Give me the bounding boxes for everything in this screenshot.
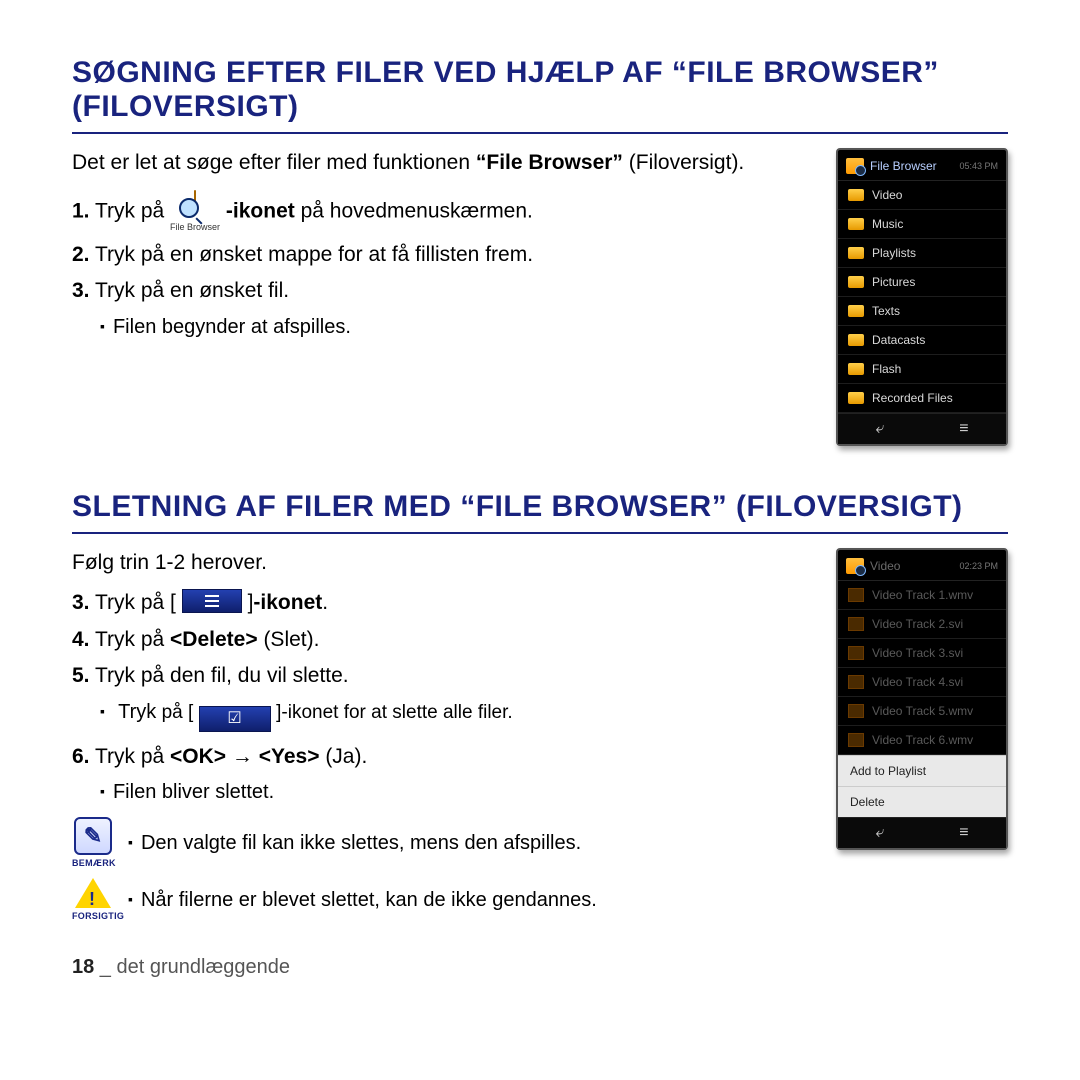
s2-step3-e: . bbox=[322, 591, 328, 614]
device1-folder: Music bbox=[872, 217, 903, 231]
s2-step6-b: Tryk på bbox=[90, 745, 171, 768]
s2-step6-d: → bbox=[226, 745, 259, 768]
footer-section: det grundlæggende bbox=[117, 956, 290, 978]
device1-folder: Recorded Files bbox=[872, 391, 953, 405]
step2-num: 2. bbox=[72, 243, 90, 266]
select-all-icon: ☑ bbox=[199, 706, 271, 732]
s2-sub5-b: på [ bbox=[156, 702, 198, 723]
s2-step3-num: 3. bbox=[72, 591, 90, 614]
section2-rule bbox=[72, 532, 1008, 534]
folder-icon bbox=[848, 363, 864, 375]
s2-step3-a: Tryk på [ bbox=[90, 591, 182, 614]
section1-title: SØGNING EFTER FILER VED HJÆLP AF “FILE B… bbox=[72, 56, 1008, 124]
s2-step6-f: (Ja). bbox=[319, 745, 367, 768]
device2-file: Video Track 4.svi bbox=[872, 675, 963, 689]
film-icon bbox=[848, 617, 864, 631]
section2-title: SLETNING AF FILER MED “FILE BROWSER” (FI… bbox=[72, 490, 1008, 524]
caution-text: Når filerne er blevet slettet, kan de ik… bbox=[128, 886, 597, 915]
section2-body: Følg trin 1-2 herover. 3. Tryk på [ ]-ik… bbox=[72, 548, 808, 982]
section1-body: Det er let at søge efter filer med funkt… bbox=[72, 148, 808, 352]
s2-step6-c: <OK> bbox=[170, 745, 226, 768]
device1-folder: Texts bbox=[872, 304, 900, 318]
film-icon bbox=[848, 588, 864, 602]
step1-a: Tryk på bbox=[90, 200, 171, 223]
s2-sub6: Filen bliver slettet. bbox=[100, 778, 808, 807]
device1-time: 05:43 PM bbox=[959, 161, 998, 171]
device1-folder: Pictures bbox=[872, 275, 915, 289]
s2-step5-num: 5. bbox=[72, 664, 90, 687]
folder-icon bbox=[848, 392, 864, 404]
device1-title: File Browser bbox=[870, 159, 937, 173]
footer-sep: _ bbox=[94, 956, 116, 978]
device1-folder: Flash bbox=[872, 362, 901, 376]
back-icon: ⤶ bbox=[875, 824, 884, 842]
device-screenshot-2: Video 02:23 PM Video Track 1.wmv Video T… bbox=[836, 548, 1008, 850]
step3-text: Tryk på en ønsket fil. bbox=[90, 279, 290, 302]
device2-popup-menu: Add to Playlist Delete bbox=[838, 755, 1006, 817]
device2-menu-item: Delete bbox=[838, 786, 1006, 817]
page-number: 18 bbox=[72, 956, 94, 978]
section1-rule bbox=[72, 132, 1008, 134]
menu-icon: ≡ bbox=[959, 420, 968, 438]
device2-file: Video Track 6.wmv bbox=[872, 733, 973, 747]
film-icon bbox=[848, 646, 864, 660]
file-browser-icon: File Browser bbox=[170, 188, 220, 233]
intro-text: Det er let at søge efter filer med funkt… bbox=[72, 151, 476, 174]
step1-d: på hovedmenuskærmen. bbox=[295, 200, 533, 223]
device2-app-icon bbox=[846, 558, 864, 574]
folder-icon bbox=[848, 247, 864, 259]
device2-menu-item: Add to Playlist bbox=[838, 755, 1006, 786]
device2-title: Video bbox=[870, 559, 900, 573]
menu-icon: ≡ bbox=[959, 824, 968, 842]
s2-step5-b: Tryk på den fil, du vil slette. bbox=[90, 664, 349, 687]
device2-time: 02:23 PM bbox=[959, 561, 998, 571]
step1-c: -ikonet bbox=[226, 200, 295, 223]
film-icon bbox=[848, 675, 864, 689]
page-footer: 18 _ det grundlæggende bbox=[72, 953, 808, 982]
device2-file: Video Track 1.wmv bbox=[872, 588, 973, 602]
device2-file: Video Track 2.svi bbox=[872, 617, 963, 631]
folder-icon bbox=[848, 305, 864, 317]
s2-step4-d: (Slet). bbox=[258, 628, 320, 651]
device-screenshot-1: File Browser 05:43 PM Video Music Playli… bbox=[836, 148, 1008, 446]
device1-folder: Datacasts bbox=[872, 333, 925, 347]
s2-step6-num: 6. bbox=[72, 745, 90, 768]
step2-text: Tryk på en ønsket mappe for at få fillis… bbox=[90, 243, 534, 266]
s2-step4-num: 4. bbox=[72, 628, 90, 651]
device1-app-icon bbox=[846, 158, 864, 174]
s2-step6-e: <Yes> bbox=[259, 745, 320, 768]
s2-step3-d: -ikonet bbox=[253, 591, 322, 614]
step3-sub: Filen begynder at afspilles. bbox=[100, 313, 808, 342]
s2-sub5-c: ]-ikonet for at slette alle filer. bbox=[276, 702, 513, 723]
step1-num: 1. bbox=[72, 200, 90, 223]
s2-sub5-a: Tryk bbox=[118, 701, 156, 723]
folder-icon bbox=[848, 218, 864, 230]
intro-bold: “File Browser” bbox=[476, 151, 623, 174]
note-badge: ✎ BEMÆRK bbox=[72, 817, 114, 870]
step3-num: 3. bbox=[72, 279, 90, 302]
caution-badge: FORSIGTIG bbox=[72, 878, 114, 923]
note-text: Den valgte fil kan ikke slettes, mens de… bbox=[128, 829, 581, 858]
film-icon bbox=[848, 733, 864, 747]
note-label: BEMÆRK bbox=[72, 857, 114, 870]
hamburger-menu-icon bbox=[182, 589, 242, 613]
device1-folder: Video bbox=[872, 188, 902, 202]
folder-icon bbox=[848, 276, 864, 288]
folder-icon bbox=[848, 189, 864, 201]
section2-intro: Følg trin 1-2 herover. bbox=[72, 548, 808, 578]
file-browser-icon-label: File Browser bbox=[170, 221, 220, 234]
back-icon: ⤶ bbox=[875, 420, 884, 438]
film-icon bbox=[848, 704, 864, 718]
intro-tail: (Filoversigt). bbox=[623, 151, 744, 174]
s2-step4-b: Tryk på bbox=[90, 628, 171, 651]
device2-file: Video Track 3.svi bbox=[872, 646, 963, 660]
s2-step4-c: <Delete> bbox=[170, 628, 258, 651]
folder-icon bbox=[848, 334, 864, 346]
device2-file: Video Track 5.wmv bbox=[872, 704, 973, 718]
device1-folder: Playlists bbox=[872, 246, 916, 260]
